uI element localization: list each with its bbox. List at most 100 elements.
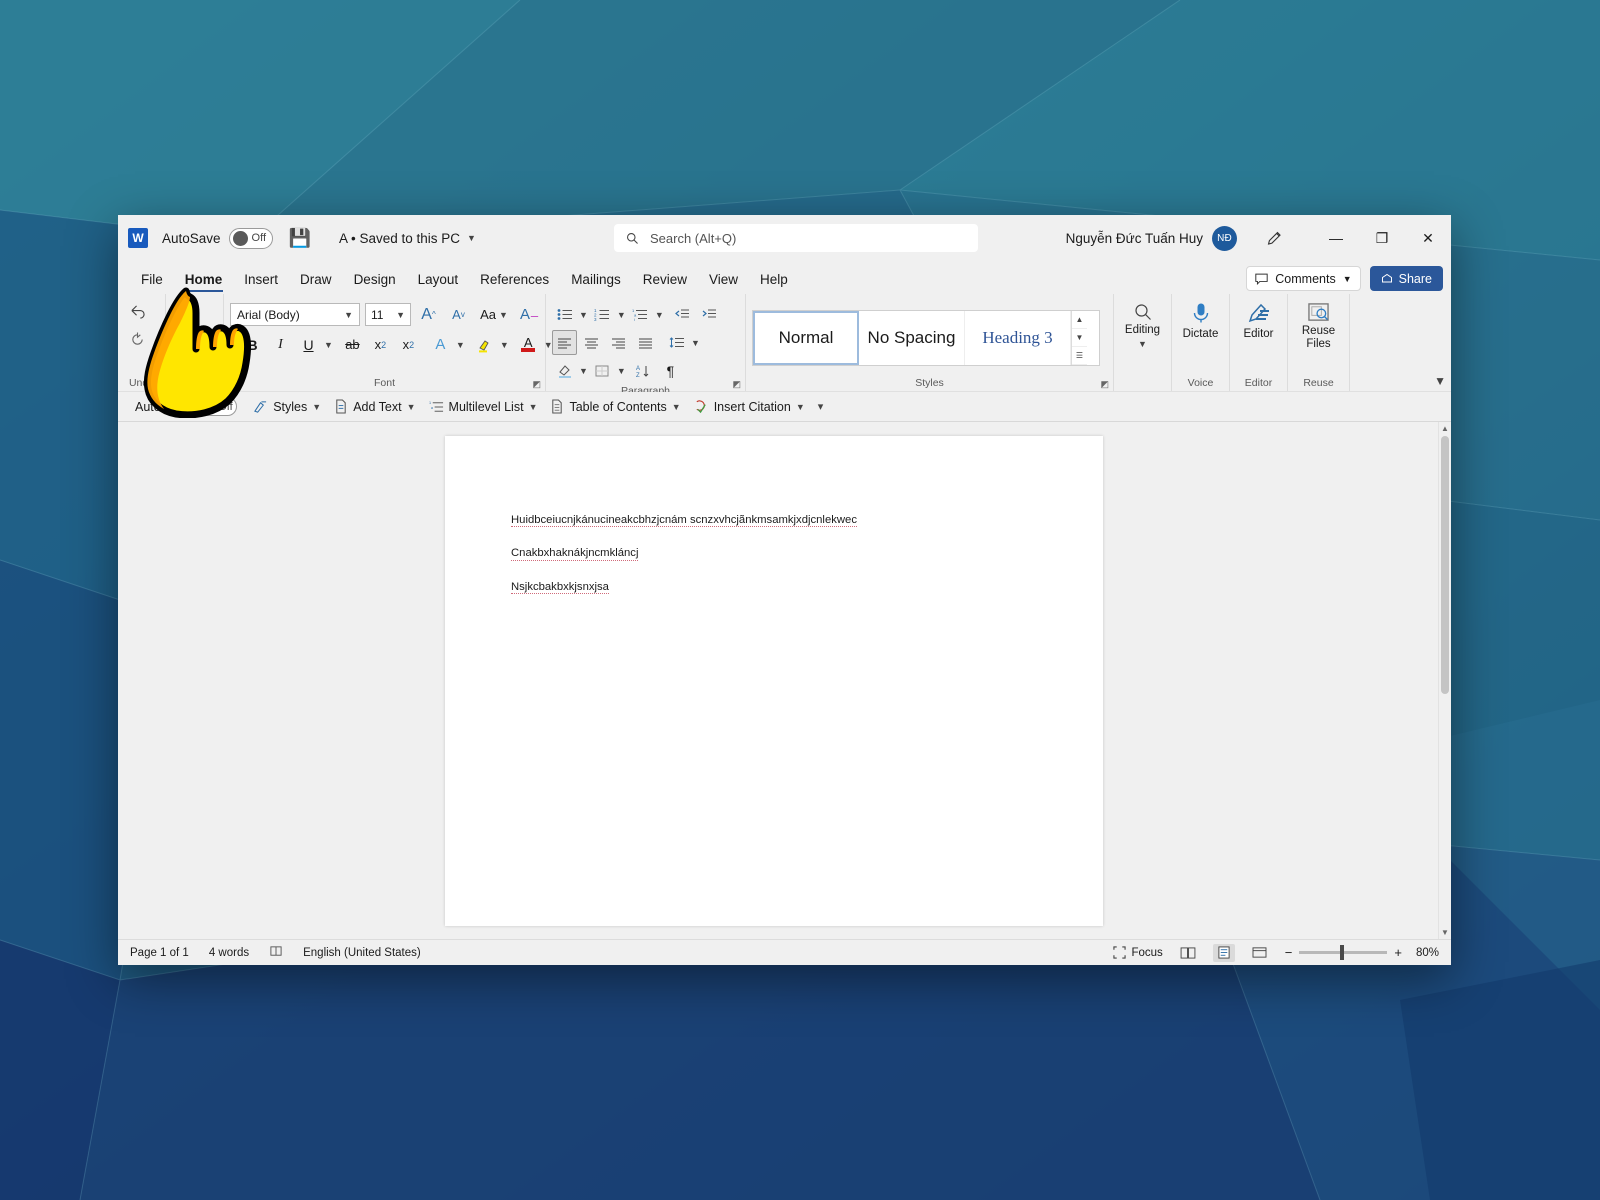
chevron-down-icon[interactable]: ▼: [796, 402, 805, 412]
chevron-down-icon[interactable]: ▼: [396, 310, 405, 320]
styles-scroll-up-icon[interactable]: ▲: [1072, 311, 1087, 329]
toolbar2-styles-button[interactable]: Styles ▼: [248, 398, 326, 416]
numbering-chevron-down-icon[interactable]: ▼: [617, 310, 626, 320]
shrink-font-icon[interactable]: Av: [446, 302, 471, 327]
italic-button[interactable]: I: [268, 332, 293, 357]
undo-button[interactable]: [124, 298, 150, 324]
document-title[interactable]: A • Saved to this PC ▼: [339, 231, 476, 246]
superscript-button[interactable]: x2: [396, 332, 421, 357]
font-dialog-launcher[interactable]: ◩: [532, 379, 541, 390]
toolbar2-multilevel-list-button[interactable]: 1a Multilevel List ▼: [424, 398, 543, 416]
read-mode-view-button[interactable]: [1177, 944, 1199, 962]
sort-icon[interactable]: AZ: [631, 358, 656, 383]
chevron-down-icon[interactable]: ▼: [312, 402, 321, 412]
underline-chevron-down-icon[interactable]: ▼: [324, 340, 333, 350]
borders-chevron-down-icon[interactable]: ▼: [617, 366, 626, 376]
zoom-out-button[interactable]: −: [1285, 945, 1293, 960]
toolbar2-table-of-contents-button[interactable]: Table of Contents ▼: [545, 397, 685, 416]
chevron-down-icon[interactable]: ▼: [672, 402, 681, 412]
save-icon[interactable]: 💾: [289, 229, 311, 247]
numbering-icon[interactable]: 123: [590, 302, 615, 327]
style-heading-3[interactable]: Heading 3: [965, 311, 1071, 365]
tab-references[interactable]: References: [469, 268, 560, 294]
underline-button[interactable]: U: [296, 332, 321, 357]
bold-button[interactable]: B: [240, 332, 265, 357]
chevron-down-icon[interactable]: ▼: [467, 233, 476, 243]
font-size-combobox[interactable]: 11 ▼: [365, 303, 411, 326]
cut-icon[interactable]: [172, 298, 198, 324]
vertical-scrollbar[interactable]: ▲ ▼: [1438, 422, 1451, 939]
dictate-button[interactable]: Dictate: [1178, 298, 1223, 341]
tab-review[interactable]: Review: [632, 268, 698, 294]
toolbar2-overflow-icon[interactable]: ▾: [813, 398, 829, 415]
show-formatting-marks-icon[interactable]: ¶: [658, 358, 683, 383]
autosave-toggle[interactable]: Off: [228, 227, 273, 249]
tab-file[interactable]: File: [130, 268, 174, 294]
chevron-down-icon[interactable]: ▼: [407, 402, 416, 412]
share-button[interactable]: Share: [1369, 266, 1443, 291]
clear-formatting-icon[interactable]: A ⚊: [517, 302, 542, 327]
font-color-button[interactable]: A: [516, 332, 541, 357]
multilevel-list-icon[interactable]: 1ai: [628, 302, 653, 327]
toolbar2-autosave-toggle[interactable]: Off: [197, 397, 238, 416]
borders-icon[interactable]: [590, 358, 615, 383]
tab-design[interactable]: Design: [343, 268, 407, 294]
search-box[interactable]: Search (Alt+Q): [614, 224, 978, 252]
tab-draw[interactable]: Draw: [289, 268, 343, 294]
zoom-slider-track[interactable]: [1299, 945, 1388, 960]
text-effects-button[interactable]: A: [428, 332, 453, 357]
editing-chevron-down-icon[interactable]: ▼: [1138, 339, 1147, 349]
toolbar2-add-text-button[interactable]: Add Text ▼: [329, 397, 420, 416]
chevron-down-icon[interactable]: ▼: [1434, 374, 1446, 388]
shading-icon[interactable]: [552, 358, 577, 383]
maximize-restore-button[interactable]: ❐: [1359, 215, 1405, 261]
change-case-icon[interactable]: Aa ▼: [476, 302, 512, 327]
zoom-slider-thumb[interactable]: [1340, 945, 1345, 960]
highlight-chevron-down-icon[interactable]: ▼: [500, 340, 509, 350]
minimize-button[interactable]: —: [1313, 215, 1359, 261]
bullets-chevron-down-icon[interactable]: ▼: [579, 310, 588, 320]
styles-more-icon[interactable]: ☰: [1072, 347, 1087, 365]
pen-icon[interactable]: [1266, 230, 1283, 247]
tab-layout[interactable]: Layout: [407, 268, 470, 294]
align-center-button[interactable]: [579, 330, 604, 355]
style-normal[interactable]: Normal: [753, 311, 859, 365]
grow-font-icon[interactable]: A ^: [416, 302, 441, 327]
focus-button[interactable]: Focus: [1113, 946, 1163, 959]
clipboard-dialog-launcher[interactable]: ◩: [210, 379, 219, 390]
redo-button[interactable]: [124, 326, 150, 352]
word-count[interactable]: 4 words: [209, 947, 249, 959]
align-right-button[interactable]: [606, 330, 631, 355]
chevron-down-icon[interactable]: ▼: [344, 310, 353, 320]
scroll-down-icon[interactable]: ▼: [1439, 926, 1451, 939]
user-account-area[interactable]: Nguyễn Đức Tuấn Huy NĐ: [1066, 215, 1283, 261]
proofing-icon[interactable]: [269, 945, 283, 961]
align-left-button[interactable]: [552, 330, 577, 355]
close-button[interactable]: ✕: [1405, 215, 1451, 261]
comments-button[interactable]: Comments ▼: [1246, 266, 1361, 291]
reuse-files-button[interactable]: Reuse Files: [1294, 298, 1343, 351]
toolbar2-insert-citation-button[interactable]: Insert Citation ▼: [689, 397, 810, 416]
editor-button[interactable]: Editor: [1236, 298, 1281, 341]
bullets-icon[interactable]: [552, 302, 577, 327]
paragraph-dialog-launcher[interactable]: ◩: [732, 379, 741, 390]
scroll-up-icon[interactable]: ▲: [1439, 422, 1451, 435]
format-painter-icon[interactable]: [172, 354, 198, 380]
shading-chevron-down-icon[interactable]: ▼: [579, 366, 588, 376]
language-indicator[interactable]: English (United States): [303, 947, 421, 959]
scrollbar-thumb[interactable]: [1441, 436, 1449, 694]
multilevel-chevron-down-icon[interactable]: ▼: [655, 310, 664, 320]
zoom-level[interactable]: 80%: [1416, 947, 1439, 959]
styles-scroll-down-icon[interactable]: ▼: [1072, 329, 1087, 347]
copy-icon[interactable]: [172, 326, 198, 352]
chevron-down-icon[interactable]: ▼: [1343, 274, 1352, 284]
zoom-slider[interactable]: − +: [1285, 945, 1402, 960]
decrease-indent-icon[interactable]: [670, 302, 695, 327]
highlight-icon[interactable]: [472, 332, 497, 357]
font-name-combobox[interactable]: Arial (Body) ▼: [230, 303, 360, 326]
tab-view[interactable]: View: [698, 268, 749, 294]
subscript-button[interactable]: x2: [368, 332, 393, 357]
tab-home[interactable]: Home: [174, 268, 234, 294]
avatar[interactable]: NĐ: [1212, 225, 1237, 251]
tab-insert[interactable]: Insert: [233, 268, 289, 294]
